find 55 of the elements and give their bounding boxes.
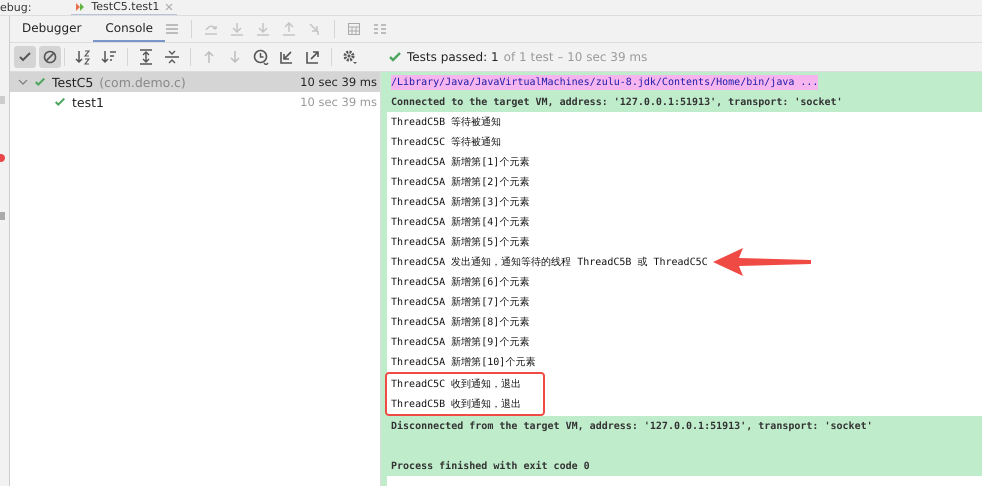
close-icon[interactable] (165, 2, 174, 10)
test-summary: of 1 test – 10 sec 39 ms (504, 50, 648, 64)
run-config-icon (75, 2, 86, 12)
chevron-icon[interactable] (18, 77, 28, 87)
menu-icon[interactable] (165, 22, 180, 36)
sort-by-duration-icon[interactable] (101, 49, 117, 65)
console-line: ThreadC5A 新增第[5]个元素 (391, 236, 530, 249)
settings-icon[interactable] (342, 49, 358, 65)
sort-alphabetically-icon[interactable] (75, 49, 91, 65)
console-message: Connected to the target VM, address: '127.0.0.1:51913', transport: 'socket' (391, 96, 843, 108)
breakpoint-icon[interactable] (0, 154, 5, 162)
step-out-icon[interactable] (282, 22, 296, 36)
console-line: ThreadC5A 发出通知，通知等待的线程 ThreadC5B 或 ThreadC5C (391, 256, 708, 269)
panel-title: ebug: (0, 0, 32, 14)
test-name: test1 (72, 94, 104, 110)
console-line: ThreadC5A 新增第[3]个元素 (391, 196, 530, 209)
show-ignored-toggle[interactable] (39, 46, 61, 68)
calculator-icon[interactable] (347, 22, 362, 36)
test-duration: 10 sec 39 ms (300, 95, 377, 109)
test-row[interactable]: test1 10 sec 39 ms (10, 92, 380, 112)
import-icon[interactable] (279, 49, 295, 65)
console-line: ThreadC5A 新增第[1]个元素 (391, 156, 530, 169)
tests-passed-label: Tests passed: 1 (407, 50, 499, 64)
expand-all-icon[interactable] (138, 49, 154, 65)
force-step-into-icon[interactable] (256, 22, 270, 36)
check-icon (18, 50, 32, 64)
test-row[interactable]: TestC5 (com.demo.c) 10 sec 39 ms (10, 72, 380, 92)
console-message: Disconnected from the target VM, address: '127.0.0.1:51913', transport: 'socket' (391, 420, 873, 432)
check-icon (388, 50, 402, 64)
step-into-icon[interactable] (230, 22, 244, 36)
test-name: TestC5 (52, 74, 94, 90)
check-icon (54, 96, 66, 108)
panel-tab[interactable]: Debugger (10, 16, 94, 42)
history-icon[interactable] (253, 49, 269, 65)
console-line: ThreadC5C 等待被通知 (391, 136, 502, 149)
export-icon[interactable] (305, 49, 321, 65)
console-line: ThreadC5B 收到通知，退出 (391, 398, 522, 411)
prohibited-icon (43, 50, 57, 64)
console-line: ThreadC5A 新增第[2]个元素 (391, 176, 530, 189)
console-command: /Library/Java/JavaVirtualMachines/zulu-8.jdk/Contents/Home/bin/java ... (391, 74, 818, 90)
trace-icon[interactable] (373, 22, 388, 36)
console-line: ThreadC5A 新增第[6]个元素 (391, 276, 530, 289)
console-line: ThreadC5A 新增第[4]个元素 (391, 216, 530, 229)
show-passed-toggle[interactable] (14, 46, 36, 68)
console-line: ThreadC5A 新增第[8]个元素 (391, 316, 530, 329)
console-message: Process finished with exit code 0 (391, 460, 590, 472)
console-line: ThreadC5A 新增第[10]个元素 (391, 356, 536, 369)
console-line: ThreadC5C 收到通知，退出 (391, 378, 522, 391)
console-line: ThreadC5A 新增第[9]个元素 (391, 336, 530, 349)
collapse-all-icon[interactable] (164, 49, 180, 65)
package-name: (com.demo.c) (99, 74, 186, 90)
console-line: ThreadC5B 等待被通知 (391, 116, 502, 129)
console-line: ThreadC5A 新增第[7]个元素 (391, 296, 530, 309)
test-duration: 10 sec 39 ms (300, 75, 377, 89)
check-icon (34, 76, 46, 88)
